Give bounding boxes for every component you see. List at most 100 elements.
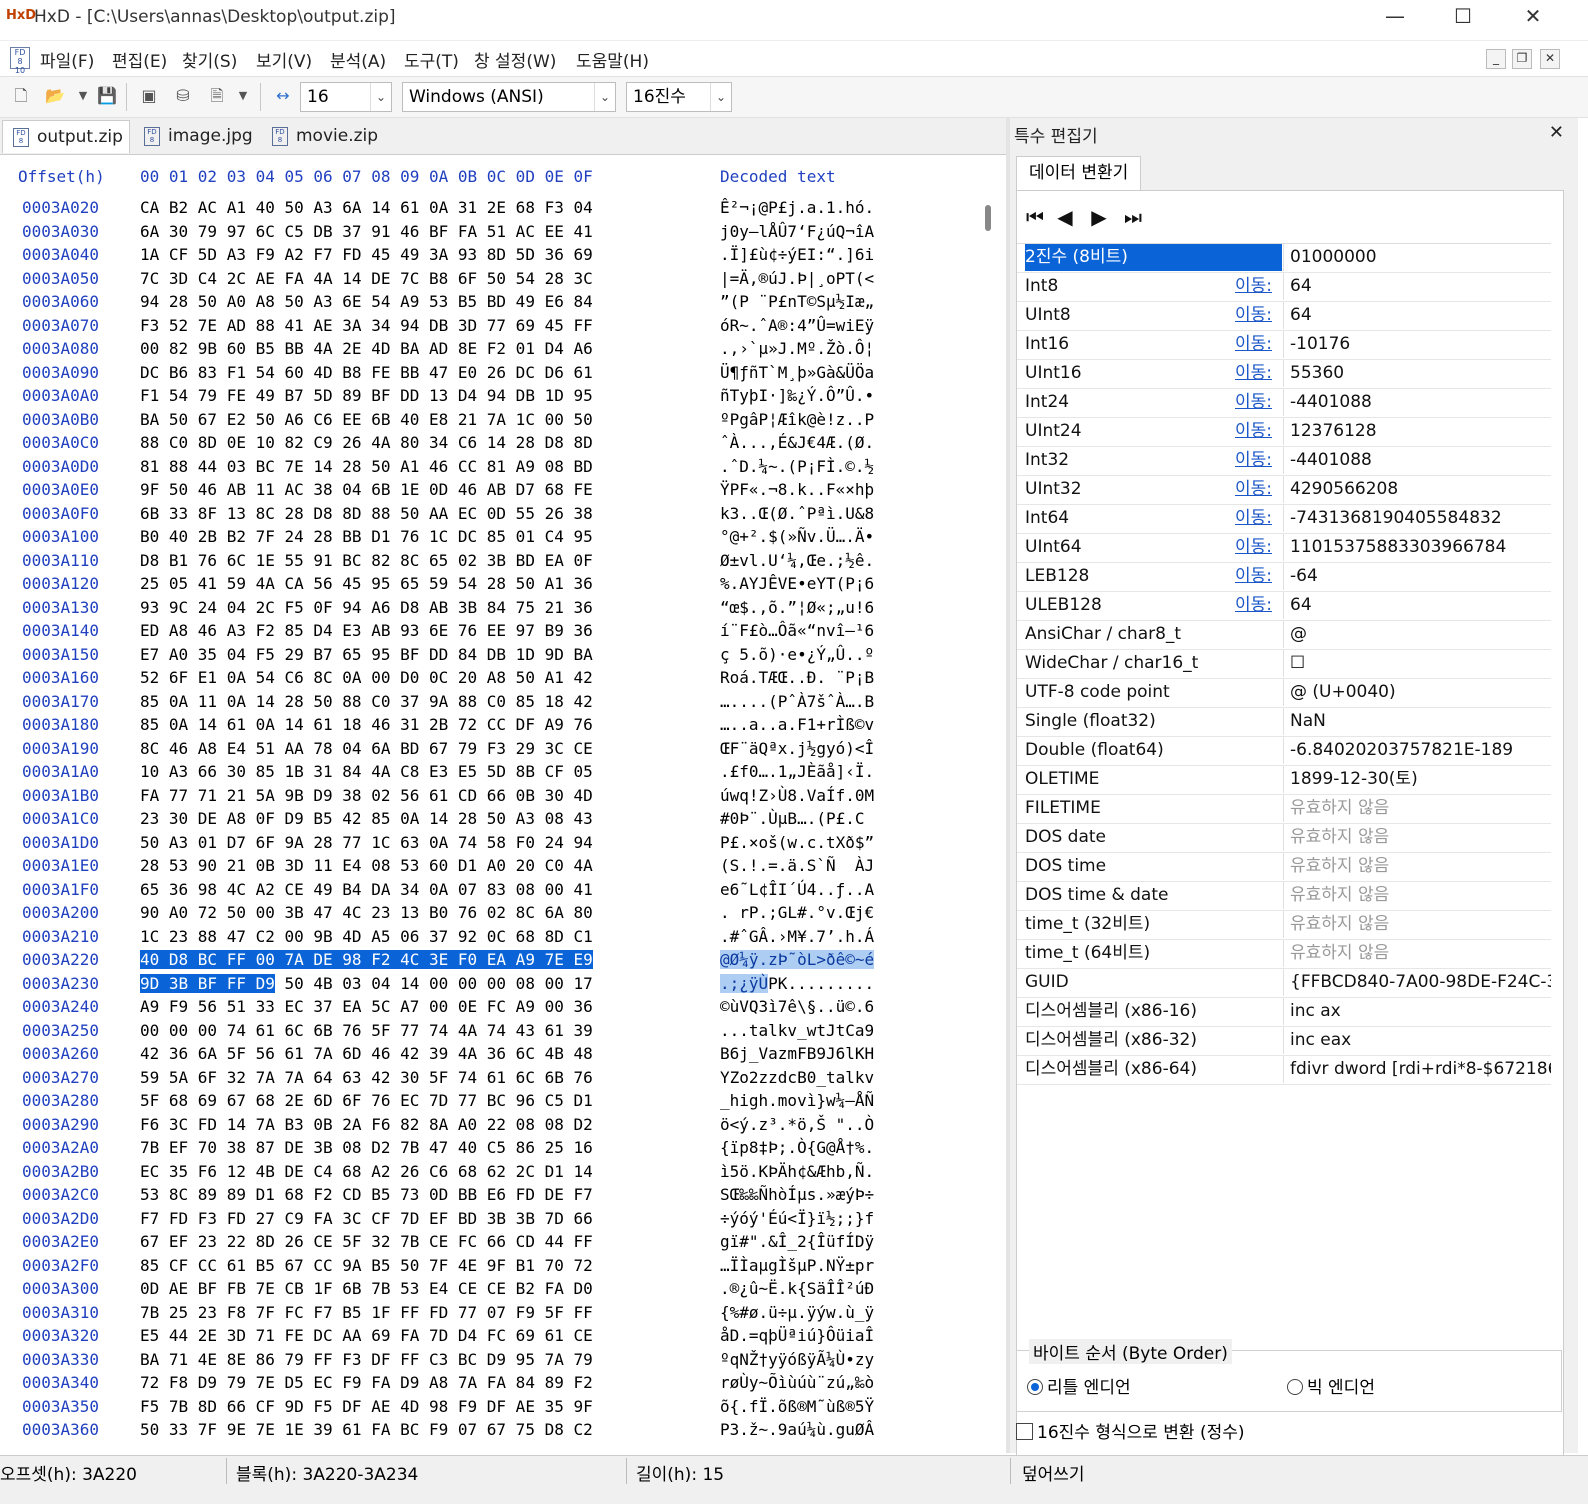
row-decoded-text[interactable]: …..a..a.F1+rÌß©v (720, 715, 874, 734)
row-bytes[interactable]: D8 B1 76 6C 1E 55 91 BC 82 8C 65 02 3B B… (140, 551, 593, 570)
row-decoded-text[interactable]: Ê²¬¡@P£j.a.1.hó. (720, 198, 874, 217)
row-decoded-text[interactable]: .£f0….1„JÈãå]‹Ï. (720, 762, 874, 781)
row-bytes[interactable]: 9F 50 46 AB 11 AC 38 04 6B 1E 0D 46 AB D… (140, 480, 593, 499)
charset-select[interactable]: Windows (ANSI) ⌄ (402, 82, 616, 112)
tab-image-jpg[interactable]: FD 8 image.jpg (134, 120, 258, 153)
goto-link[interactable]: 이동: (1235, 592, 1272, 619)
menu-help[interactable]: 도움말(H) (576, 47, 649, 72)
row-bytes[interactable]: E7 A0 35 04 F5 29 B7 65 95 BF DD 84 DB 1… (140, 645, 593, 664)
chevron-down-icon[interactable]: ⌄ (370, 83, 391, 111)
row-decoded-text[interactable]: B6j_VazmFB9J6lKH (720, 1044, 874, 1063)
menu-search[interactable]: 찾기(S) (182, 47, 237, 72)
row-decoded-text[interactable]: .‚›`µ»J.Mº.Žò.Ô¦ (720, 339, 874, 358)
inspector-value[interactable]: {FFBCD840-7A00-98DE-F24C-3 (1283, 969, 1551, 996)
row-bytes[interactable]: B0 40 2B B2 7F 24 28 BB D1 76 1C DC 85 0… (140, 527, 593, 546)
inspector-row[interactable]: Int8 이동: 64 (1017, 273, 1551, 302)
radio-selected-icon[interactable] (1027, 1379, 1043, 1395)
row-decoded-text[interactable]: ÷ýóý'Éú<Ï}ï½;;}f (720, 1209, 874, 1228)
inspector-value[interactable]: 유효하지 않음 (1283, 911, 1551, 938)
big-endian-radio[interactable]: 빅 엔디언 (1287, 1373, 1375, 1398)
row-decoded-text[interactable]: (S.!.=.ä.S`Ñ ÀJ (720, 856, 874, 875)
inspector-row[interactable]: Int24 이동: -4401088 (1017, 389, 1551, 418)
row-bytes[interactable]: 0D AE BF FB 7E CB 1F 6B 7B 53 E4 CE CE B… (140, 1279, 593, 1298)
inspector-row[interactable]: ULEB128 이동: 64 (1017, 592, 1551, 621)
inspector-row[interactable]: OLETIME 1899-12-30(토) (1017, 766, 1551, 795)
menu-file[interactable]: 파일(F) (40, 47, 94, 72)
previous-byte-icon[interactable]: ◀ (1053, 205, 1077, 229)
selected-text[interactable]: @Ø¼ÿ.zÞ˜òL>ðê©~é (720, 950, 875, 969)
menu-view[interactable]: 보기(V) (256, 47, 312, 72)
inspector-value[interactable]: -64 (1283, 563, 1551, 590)
row-decoded-text[interactable]: °@+².$(»Ñv.Ü….Ä• (720, 527, 874, 546)
row-decoded-text[interactable]: SŒ‰‰ÑhòÍµs.»æýÞ÷ (720, 1185, 874, 1204)
row-decoded-text[interactable]: .;¿ÿÙPK......... (720, 973, 874, 993)
inspector-row[interactable]: FILETIME 유효하지 않음 (1017, 795, 1551, 824)
row-decoded-text[interactable]: Roá.TÆŒ..Ð. ¨P¡B (720, 668, 874, 687)
inspector-value[interactable]: 유효하지 않음 (1283, 795, 1551, 822)
inspector-row[interactable]: time_t (32비트) 유효하지 않음 (1017, 911, 1551, 940)
row-bytes[interactable]: 28 53 90 21 0B 3D 11 E4 08 53 60 D1 A0 2… (140, 856, 593, 875)
inspector-value[interactable]: 01000000 (1283, 244, 1551, 271)
menu-analysis[interactable]: 분석(A) (330, 47, 386, 72)
row-decoded-text[interactable]: @Ø¼ÿ.zÞ˜òL>ðê©~é (720, 950, 875, 969)
row-decoded-text[interactable]: %.AYJÊVE•eYT(P¡6 (720, 574, 874, 593)
minimize-button[interactable]: — (1360, 0, 1430, 34)
offset-base-select[interactable]: 16진수 ⌄ (626, 82, 732, 112)
inspector-row[interactable]: Single (float32) NaN (1017, 708, 1551, 737)
inspector-value[interactable]: fdivr dword [rdi+rdi*8-$6721860 (1283, 1056, 1551, 1083)
row-bytes[interactable]: 81 88 44 03 BC 7E 14 28 50 A1 46 CC 81 A… (140, 457, 593, 476)
goto-link[interactable]: 이동: (1235, 534, 1272, 561)
inspector-row[interactable]: 디스어셈블리 (x86-32) inc eax (1017, 1027, 1551, 1056)
row-bytes[interactable]: DC B6 83 F1 54 60 4D B8 FE BB 47 E0 26 D… (140, 363, 593, 382)
inspector-row[interactable]: UTF-8 code point @ (U+0040) (1017, 679, 1551, 708)
row-decoded-text[interactable]: åD.=qþÜªiú}ÔüiaÎ (720, 1326, 874, 1345)
save-icon[interactable]: 💾 (96, 85, 118, 107)
selected-bytes[interactable]: 9D 3B BF FF D9 (140, 973, 275, 993)
row-bytes[interactable]: 50 33 7F 9E 7E 1E 39 61 FA BC F9 07 67 7… (140, 1420, 593, 1439)
row-bytes[interactable]: 25 05 41 59 4A CA 56 45 95 65 59 54 28 5… (140, 574, 593, 593)
inspector-row[interactable]: 디스어셈블리 (x86-64) fdivr dword [rdi+rdi*8-$6… (1017, 1056, 1551, 1085)
row-decoded-text[interactable]: j0y—lÅÛ7‘F¿úQ¬îA (720, 222, 874, 241)
row-bytes[interactable]: F5 7B 8D 66 CF 9D F5 DF AE 4D 98 F9 DF A… (140, 1397, 593, 1416)
row-decoded-text[interactable]: _high.movì}w¼–ÅÑ (720, 1091, 874, 1110)
row-bytes[interactable]: 85 0A 14 61 0A 14 61 18 46 31 2B 72 CC D… (140, 715, 593, 734)
row-bytes[interactable]: F7 FD F3 FD 27 C9 FA 3C CF 7D EF BD 3B 3… (140, 1209, 593, 1228)
tab-output-zip[interactable]: FD 8 output.zip (2, 120, 130, 153)
row-bytes[interactable]: BA 71 4E 8E 86 79 FF F3 DF FF C3 BC D9 9… (140, 1350, 593, 1369)
row-decoded-text[interactable]: e6˜L¢ÎI´Ú4..ƒ..A (720, 880, 874, 899)
tab-data-inspector[interactable]: 데이터 변환기 (1016, 156, 1142, 191)
row-bytes[interactable]: 94 28 50 A0 A8 50 A3 6E 54 A9 53 B5 BD 4… (140, 292, 593, 311)
selected-text[interactable]: .;¿ÿÙ (720, 973, 769, 993)
chevron-down-icon[interactable]: ⌄ (710, 83, 731, 111)
row-bytes[interactable]: 40 D8 BC FF 00 7A DE 98 F2 4C 3E F0 EA A… (140, 950, 593, 969)
inspector-row[interactable]: 디스어셈블리 (x86-16) inc ax (1017, 998, 1551, 1027)
menu-edit[interactable]: 편집(E) (112, 47, 167, 72)
row-decoded-text[interactable]: óR~.ˆA®:4”Û=wiEÿ (720, 316, 874, 335)
row-bytes[interactable]: 00 00 00 74 61 6C 6B 76 5F 77 74 4A 74 4… (140, 1021, 593, 1040)
row-bytes[interactable]: 23 30 DE A8 0F D9 B5 42 85 0A 14 28 50 A… (140, 809, 593, 828)
row-bytes[interactable]: 72 F8 D9 79 7E D5 EC F9 FA D9 A8 7A FA 8… (140, 1373, 593, 1392)
row-bytes[interactable]: 5F 68 69 67 68 2E 6D 6F 76 EC 7D 77 BC 9… (140, 1091, 593, 1110)
inspector-row[interactable]: UInt64 이동: 11015375883303966784 (1017, 534, 1551, 563)
inspector-row[interactable]: AnsiChar / char8_t @ (1017, 621, 1551, 650)
file-tools-icon[interactable]: 🗎 (206, 85, 228, 107)
goto-link[interactable]: 이동: (1235, 389, 1272, 416)
bytes-per-row-select[interactable]: 16 ⌄ (300, 82, 392, 112)
row-decoded-text[interactable]: Ü¶ƒñT`M¸þ»Gà&ÜÖa (720, 363, 874, 382)
row-decoded-text[interactable]: {ïp8‡Þ;.Ò{G@Å†%. (720, 1138, 874, 1157)
row-decoded-text[interactable]: .®¿û~Ë.k{SäÎÎ²úÐ (720, 1279, 874, 1298)
row-decoded-text[interactable]: røÙy~Õìùúù¨zú„‰ò (720, 1373, 874, 1392)
row-bytes[interactable]: 7C 3D C4 2C AE FA 4A 14 DE 7C B8 6F 50 5… (140, 269, 593, 288)
inspector-value[interactable]: NaN (1283, 708, 1551, 735)
row-bytes[interactable]: 7B 25 23 F8 7F FC F7 B5 1F FF FD 77 07 F… (140, 1303, 593, 1322)
inspector-value[interactable]: 64 (1283, 302, 1551, 329)
inspector-value[interactable]: inc eax (1283, 1027, 1551, 1054)
row-bytes[interactable]: ED A8 46 A3 F2 85 D4 E3 AB 93 6E 76 EE 9… (140, 621, 593, 640)
row-bytes[interactable]: FA 77 71 21 5A 9B D9 38 02 56 61 CD 66 0… (140, 786, 593, 805)
maximize-button[interactable]: ☐ (1428, 0, 1498, 34)
row-decoded-text[interactable]: . rP.;GL#.°v.Œj€ (720, 903, 874, 922)
row-decoded-text[interactable]: “œ$.,õ.”¦Ø«;„u!6 (720, 598, 874, 617)
inspector-value[interactable]: 55360 (1283, 360, 1551, 387)
row-bytes[interactable]: 52 6F E1 0A 54 C6 8C 0A 00 D0 0C 20 A8 5… (140, 668, 593, 687)
row-bytes[interactable]: 50 A3 01 D7 6F 9A 28 77 1C 63 0A 74 58 F… (140, 833, 593, 852)
